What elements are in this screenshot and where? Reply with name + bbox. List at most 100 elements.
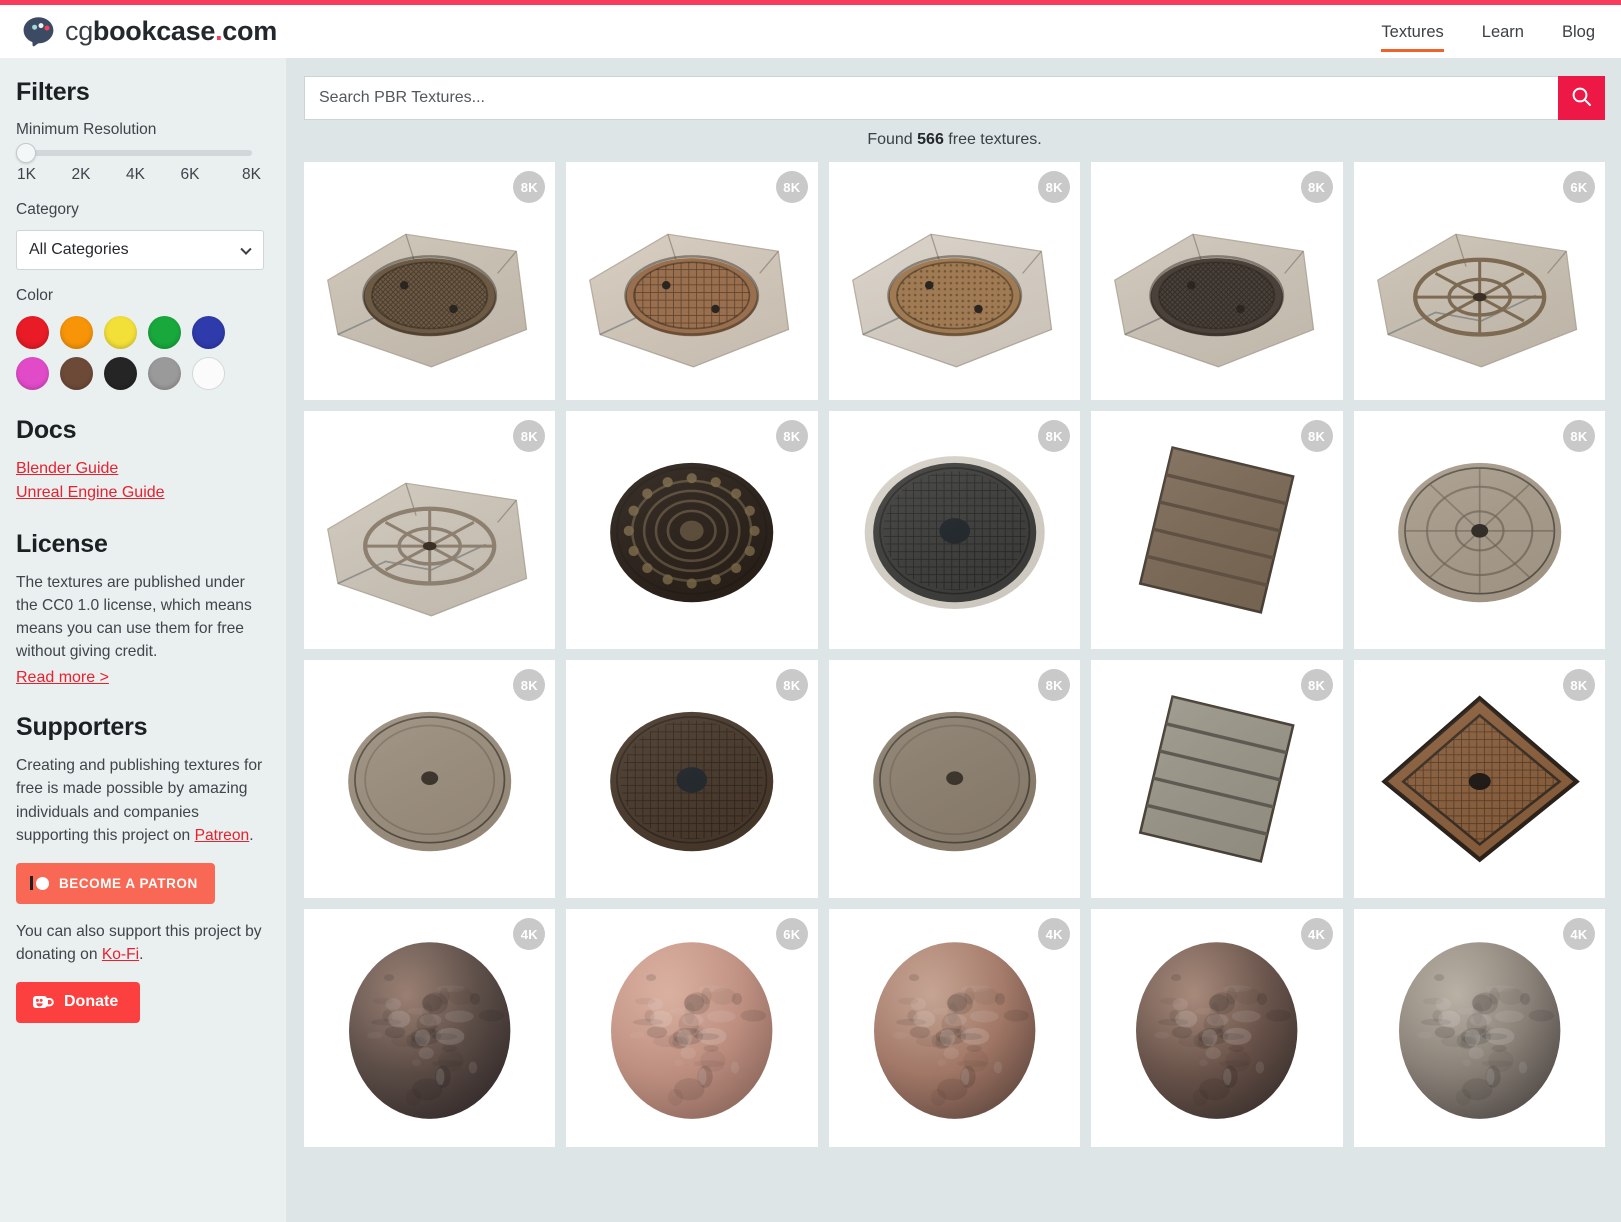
- category-label: Category: [16, 201, 264, 219]
- slider-tick-1k: 1K: [17, 166, 43, 184]
- color-swatch-yellow[interactable]: [104, 316, 137, 349]
- docs-link-blender-guide[interactable]: Blender Guide: [16, 457, 264, 481]
- min-resolution-label: Minimum Resolution: [16, 121, 264, 139]
- nav-item-textures[interactable]: Textures: [1381, 5, 1443, 58]
- search-button[interactable]: [1558, 76, 1605, 120]
- resolution-badge: 8K: [1038, 171, 1070, 203]
- results-suffix: free textures.: [944, 131, 1042, 148]
- slider-tick-2k: 2K: [72, 166, 98, 184]
- main-content: Found 566 free textures. 8K8K8K8K6K8K8K8…: [286, 58, 1621, 1222]
- min-resolution-slider[interactable]: 1K 2K 4K 6K 8K: [16, 150, 264, 184]
- texture-card[interactable]: 8K: [1091, 162, 1342, 400]
- color-swatch-red[interactable]: [16, 316, 49, 349]
- color-label: Color: [16, 287, 264, 305]
- patreon-link[interactable]: Patreon: [195, 827, 250, 844]
- slider-knob[interactable]: [16, 143, 36, 163]
- resolution-badge: 4K: [1301, 918, 1333, 950]
- texture-card[interactable]: 8K: [1091, 660, 1342, 898]
- kofi-cup-icon: [32, 994, 54, 1011]
- resolution-badge: 8K: [1301, 420, 1333, 452]
- color-swatch-pink[interactable]: [16, 357, 49, 390]
- category-selected-value: All Categories: [29, 241, 129, 259]
- become-a-patron-button[interactable]: BECOME A PATRON: [16, 863, 215, 904]
- resolution-badge: 8K: [1038, 669, 1070, 701]
- texture-card[interactable]: 8K: [566, 411, 817, 649]
- brand-name-bold: bookcase: [93, 16, 215, 46]
- texture-card[interactable]: 8K: [829, 660, 1080, 898]
- slider-tick-labels: 1K 2K 4K 6K 8K: [16, 166, 262, 184]
- docs-link-unreal-engine-guide[interactable]: Unreal Engine Guide: [16, 481, 264, 505]
- resolution-badge: 8K: [1038, 420, 1070, 452]
- resolution-badge: 4K: [1038, 918, 1070, 950]
- supporters-text-after: .: [249, 827, 253, 844]
- texture-card[interactable]: 6K: [566, 909, 817, 1147]
- color-swatch-blue[interactable]: [192, 316, 225, 349]
- search-input[interactable]: [304, 76, 1558, 120]
- texture-card[interactable]: 8K: [304, 162, 555, 400]
- resolution-badge: 8K: [1301, 171, 1333, 203]
- texture-card[interactable]: 4K: [829, 909, 1080, 1147]
- resolution-badge: 8K: [776, 420, 808, 452]
- chevron-down-icon: [240, 244, 251, 255]
- kofi-link[interactable]: Ko-Fi: [102, 946, 139, 963]
- donate-label: Donate: [64, 993, 118, 1011]
- category-select[interactable]: All Categories: [16, 230, 264, 270]
- texture-card[interactable]: 8K: [566, 660, 817, 898]
- search-bar: [304, 76, 1605, 120]
- license-read-more-link[interactable]: Read more >: [16, 669, 109, 687]
- search-icon: [1571, 86, 1592, 110]
- site-header: cgbookcase.com Textures Learn Blog: [0, 5, 1621, 58]
- results-count: Found 566 free textures.: [304, 131, 1605, 149]
- texture-card[interactable]: 8K: [304, 660, 555, 898]
- license-title: License: [16, 530, 264, 559]
- supporters-text: Creating and publishing textures for fre…: [16, 754, 264, 846]
- resolution-badge: 8K: [1563, 669, 1595, 701]
- color-swatch-black[interactable]: [104, 357, 137, 390]
- kofi-text: You can also support this project by don…: [16, 920, 264, 966]
- texture-card[interactable]: 8K: [829, 162, 1080, 400]
- color-swatch-white[interactable]: [192, 357, 225, 390]
- docs-title: Docs: [16, 416, 264, 445]
- filters-title: Filters: [16, 78, 264, 107]
- texture-card[interactable]: 8K: [1354, 660, 1605, 898]
- resolution-badge: 6K: [776, 918, 808, 950]
- color-swatch-green[interactable]: [148, 316, 181, 349]
- brand-name-light: cg: [65, 16, 93, 46]
- texture-card[interactable]: 6K: [1354, 162, 1605, 400]
- results-number: 566: [917, 131, 944, 148]
- donate-button[interactable]: Donate: [16, 982, 140, 1023]
- kofi-text-after: .: [139, 946, 143, 963]
- resolution-badge: 8K: [1301, 669, 1333, 701]
- slider-track[interactable]: [26, 150, 252, 156]
- texture-card[interactable]: 4K: [304, 909, 555, 1147]
- texture-card[interactable]: 8K: [829, 411, 1080, 649]
- sidebar: Filters Minimum Resolution 1K 2K 4K 6K 8…: [0, 58, 286, 1222]
- texture-card[interactable]: 4K: [1354, 909, 1605, 1147]
- color-swatch-gray[interactable]: [148, 357, 181, 390]
- texture-card[interactable]: 8K: [1354, 411, 1605, 649]
- color-swatch-orange[interactable]: [60, 316, 93, 349]
- texture-card[interactable]: 8K: [566, 162, 817, 400]
- supporters-title: Supporters: [16, 713, 264, 742]
- palette-icon: [22, 16, 56, 47]
- color-swatch-grid: [16, 316, 264, 390]
- nav-item-blog[interactable]: Blog: [1562, 5, 1595, 58]
- resolution-badge: 6K: [1563, 171, 1595, 203]
- brand-logo-link[interactable]: cgbookcase.com: [22, 16, 277, 47]
- texture-card[interactable]: 8K: [304, 411, 555, 649]
- slider-tick-4k: 4K: [126, 166, 152, 184]
- brand-name-tld: com: [222, 16, 277, 46]
- resolution-badge: 8K: [776, 669, 808, 701]
- texture-grid: 8K8K8K8K6K8K8K8K8K8K8K8K8K8K8K4K6K4K4K4K: [304, 162, 1605, 1147]
- page-layout: Filters Minimum Resolution 1K 2K 4K 6K 8…: [0, 58, 1621, 1222]
- brand-name: cgbookcase.com: [65, 16, 277, 47]
- color-swatch-brown[interactable]: [60, 357, 93, 390]
- slider-tick-6k: 6K: [181, 166, 207, 184]
- resolution-badge: 8K: [1563, 420, 1595, 452]
- resolution-badge: 4K: [1563, 918, 1595, 950]
- texture-card[interactable]: 4K: [1091, 909, 1342, 1147]
- main-navigation: Textures Learn Blog: [1381, 5, 1595, 58]
- nav-item-learn[interactable]: Learn: [1482, 5, 1524, 58]
- texture-card[interactable]: 8K: [1091, 411, 1342, 649]
- slider-tick-8k: 8K: [235, 166, 261, 184]
